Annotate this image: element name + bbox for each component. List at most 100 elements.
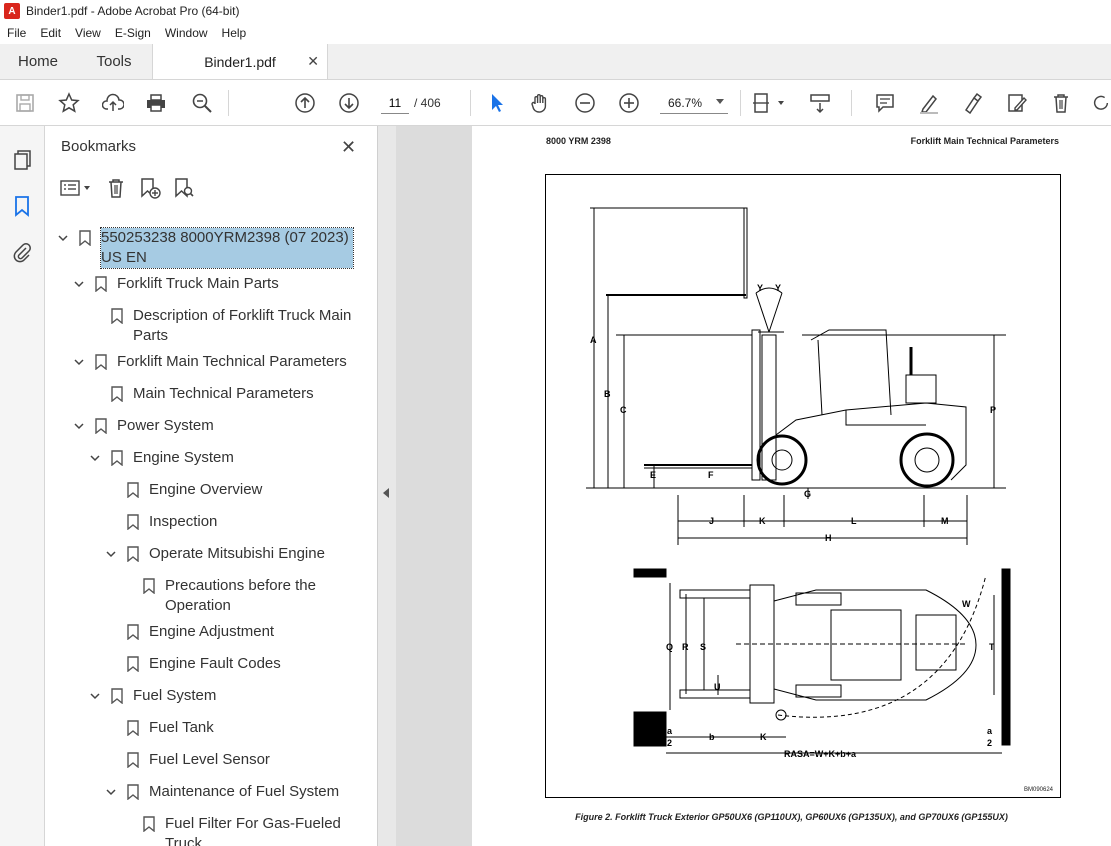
bookmark-item[interactable]: Fuel Tank <box>45 718 363 738</box>
zoom-value: 66.7% <box>668 95 703 110</box>
upload-cloud-icon[interactable] <box>101 91 125 115</box>
dim-label-k: K <box>759 516 766 526</box>
bookmark-icon <box>127 656 139 673</box>
dim-label-q: Q <box>666 642 673 652</box>
next-page-icon[interactable] <box>337 91 361 115</box>
menu-window[interactable]: Window <box>158 26 215 40</box>
dim-label-2-right: 2 <box>987 738 992 748</box>
tab-tools[interactable]: Tools <box>76 44 152 79</box>
bookmark-item[interactable]: Description of Forklift Truck Main Parts <box>45 306 363 346</box>
bookmark-panel-icon[interactable] <box>10 194 34 218</box>
attachment-icon[interactable] <box>10 240 34 264</box>
close-panel-icon[interactable]: ✕ <box>341 137 356 158</box>
print-icon[interactable] <box>144 91 168 115</box>
chevron-down-icon[interactable] <box>89 448 101 468</box>
figure-code: BM090624 <box>1024 787 1054 793</box>
collapse-panel-icon[interactable] <box>383 488 389 498</box>
bookmark-item[interactable]: Fuel System <box>45 686 363 706</box>
bookmark-item[interactable]: Engine System <box>45 448 363 468</box>
menu-help[interactable]: Help <box>215 26 254 40</box>
page-number-input[interactable] <box>381 92 409 114</box>
comment-icon[interactable] <box>873 91 897 115</box>
bookmark-label: Forklift Main Technical Parameters <box>117 353 347 370</box>
dim-label-a: A <box>590 335 597 345</box>
find-bookmark-icon[interactable] <box>173 177 195 204</box>
dim-label-w: W <box>962 599 971 609</box>
menu-edit[interactable]: Edit <box>33 26 68 40</box>
zoom-out-icon[interactable] <box>573 91 597 115</box>
bookmark-item[interactable]: Inspection <box>45 512 363 532</box>
chevron-down-icon[interactable] <box>105 782 117 802</box>
bookmark-item[interactable]: Engine Fault Codes <box>45 654 363 674</box>
bookmark-icon <box>95 276 107 293</box>
bookmark-item[interactable]: Precautions before the Operation <box>45 576 363 616</box>
bookmark-item[interactable]: Engine Overview <box>45 480 363 500</box>
bookmark-icon <box>143 578 155 595</box>
close-tab-icon[interactable]: ✕ <box>307 53 319 70</box>
bookmark-item[interactable]: Maintenance of Fuel System <box>45 782 363 802</box>
figure-caption: Figure 2. Forklift Truck Exterior GP50UX… <box>575 812 1008 822</box>
bookmark-item[interactable]: Fuel Level Sensor <box>45 750 363 770</box>
panel-splitter[interactable] <box>378 126 396 846</box>
fit-page-icon[interactable] <box>752 91 786 115</box>
bookmark-label: Forklift Truck Main Parts <box>117 275 279 292</box>
zoom-select[interactable]: 66.7% <box>660 92 728 114</box>
dim-label-c: C <box>620 405 627 415</box>
bookmark-label: 550253238 8000YRM2398 (07 2023) US EN <box>100 227 354 269</box>
document-viewer[interactable]: 8000 YRM 2398 Forklift Main Technical Pa… <box>396 126 1111 846</box>
save-icon[interactable] <box>13 91 37 115</box>
bookmark-label: Engine Overview <box>149 481 263 498</box>
bookmark-item[interactable]: Operate Mitsubishi Engine <box>45 544 363 564</box>
tab-document-label: Binder1.pdf <box>204 53 276 70</box>
bookmarks-panel: Bookmarks ✕ 550253238 8000YRM2398 (07 20… <box>45 126 413 846</box>
bookmark-label: Inspection <box>149 513 218 530</box>
scroll-mode-icon[interactable] <box>808 91 832 115</box>
chevron-down-icon[interactable] <box>57 228 69 248</box>
menu-view[interactable]: View <box>68 26 108 40</box>
bookmark-item[interactable]: Main Technical Parameters <box>45 384 363 404</box>
dim-label-t: T <box>989 642 995 652</box>
bookmark-item[interactable]: Forklift Truck Main Parts <box>45 274 363 294</box>
page-header-left: 8000 YRM 2398 <box>546 136 611 146</box>
chevron-down-icon[interactable] <box>73 416 85 436</box>
hand-tool-icon[interactable] <box>528 91 552 115</box>
select-cursor-icon[interactable] <box>485 91 509 115</box>
options-menu-icon[interactable] <box>59 177 93 204</box>
dim-label-y-right: Y <box>775 283 781 293</box>
zoom-in-icon[interactable] <box>617 91 641 115</box>
bookmark-label: Fuel Filter For Gas-Fueled Truck <box>165 815 341 846</box>
chevron-down-icon[interactable] <box>89 686 101 706</box>
bookmark-label: Engine System <box>133 449 234 466</box>
bookmark-icon <box>95 354 107 371</box>
page-thumbnails-icon[interactable] <box>10 148 34 172</box>
bookmark-item[interactable]: Fuel Filter For Gas-Fueled Truck <box>45 814 363 846</box>
highlight-pen-icon[interactable] <box>917 91 941 115</box>
bookmark-item[interactable]: Engine Adjustment <box>45 622 363 642</box>
bookmark-item[interactable]: Forklift Main Technical Parameters <box>45 352 363 372</box>
menu-esign[interactable]: E-Sign <box>108 26 158 40</box>
previous-page-icon[interactable] <box>293 91 317 115</box>
bookmark-label: Description of Forklift Truck Main Parts <box>133 307 352 344</box>
tab-bar: Home Tools Binder1.pdf ✕ <box>0 44 1111 80</box>
zoom-out-search-icon[interactable] <box>190 91 214 115</box>
bookmark-icon <box>127 482 139 499</box>
chevron-down-icon[interactable] <box>105 544 117 564</box>
star-icon[interactable] <box>57 91 81 115</box>
bookmark-icon <box>127 752 139 769</box>
rotate-icon[interactable] <box>1091 91 1111 115</box>
new-bookmark-icon[interactable] <box>139 177 161 204</box>
bookmark-icon <box>127 784 139 801</box>
tab-document[interactable]: Binder1.pdf ✕ <box>152 44 328 79</box>
chevron-down-icon[interactable] <box>73 274 85 294</box>
chevron-down-icon[interactable] <box>73 352 85 372</box>
edit-pdf-icon[interactable] <box>1005 91 1029 115</box>
menu-file[interactable]: File <box>0 26 33 40</box>
bookmark-item[interactable]: Power System <box>45 416 363 436</box>
sign-pen-icon[interactable] <box>961 91 985 115</box>
delete-icon[interactable] <box>1049 91 1073 115</box>
delete-bookmark-icon[interactable] <box>105 177 127 204</box>
bookmark-label: Fuel Tank <box>149 719 214 736</box>
tab-home[interactable]: Home <box>0 44 76 79</box>
bookmark-item[interactable]: 550253238 8000YRM2398 (07 2023) US EN <box>45 227 363 269</box>
dim-label-e: E <box>650 470 656 480</box>
